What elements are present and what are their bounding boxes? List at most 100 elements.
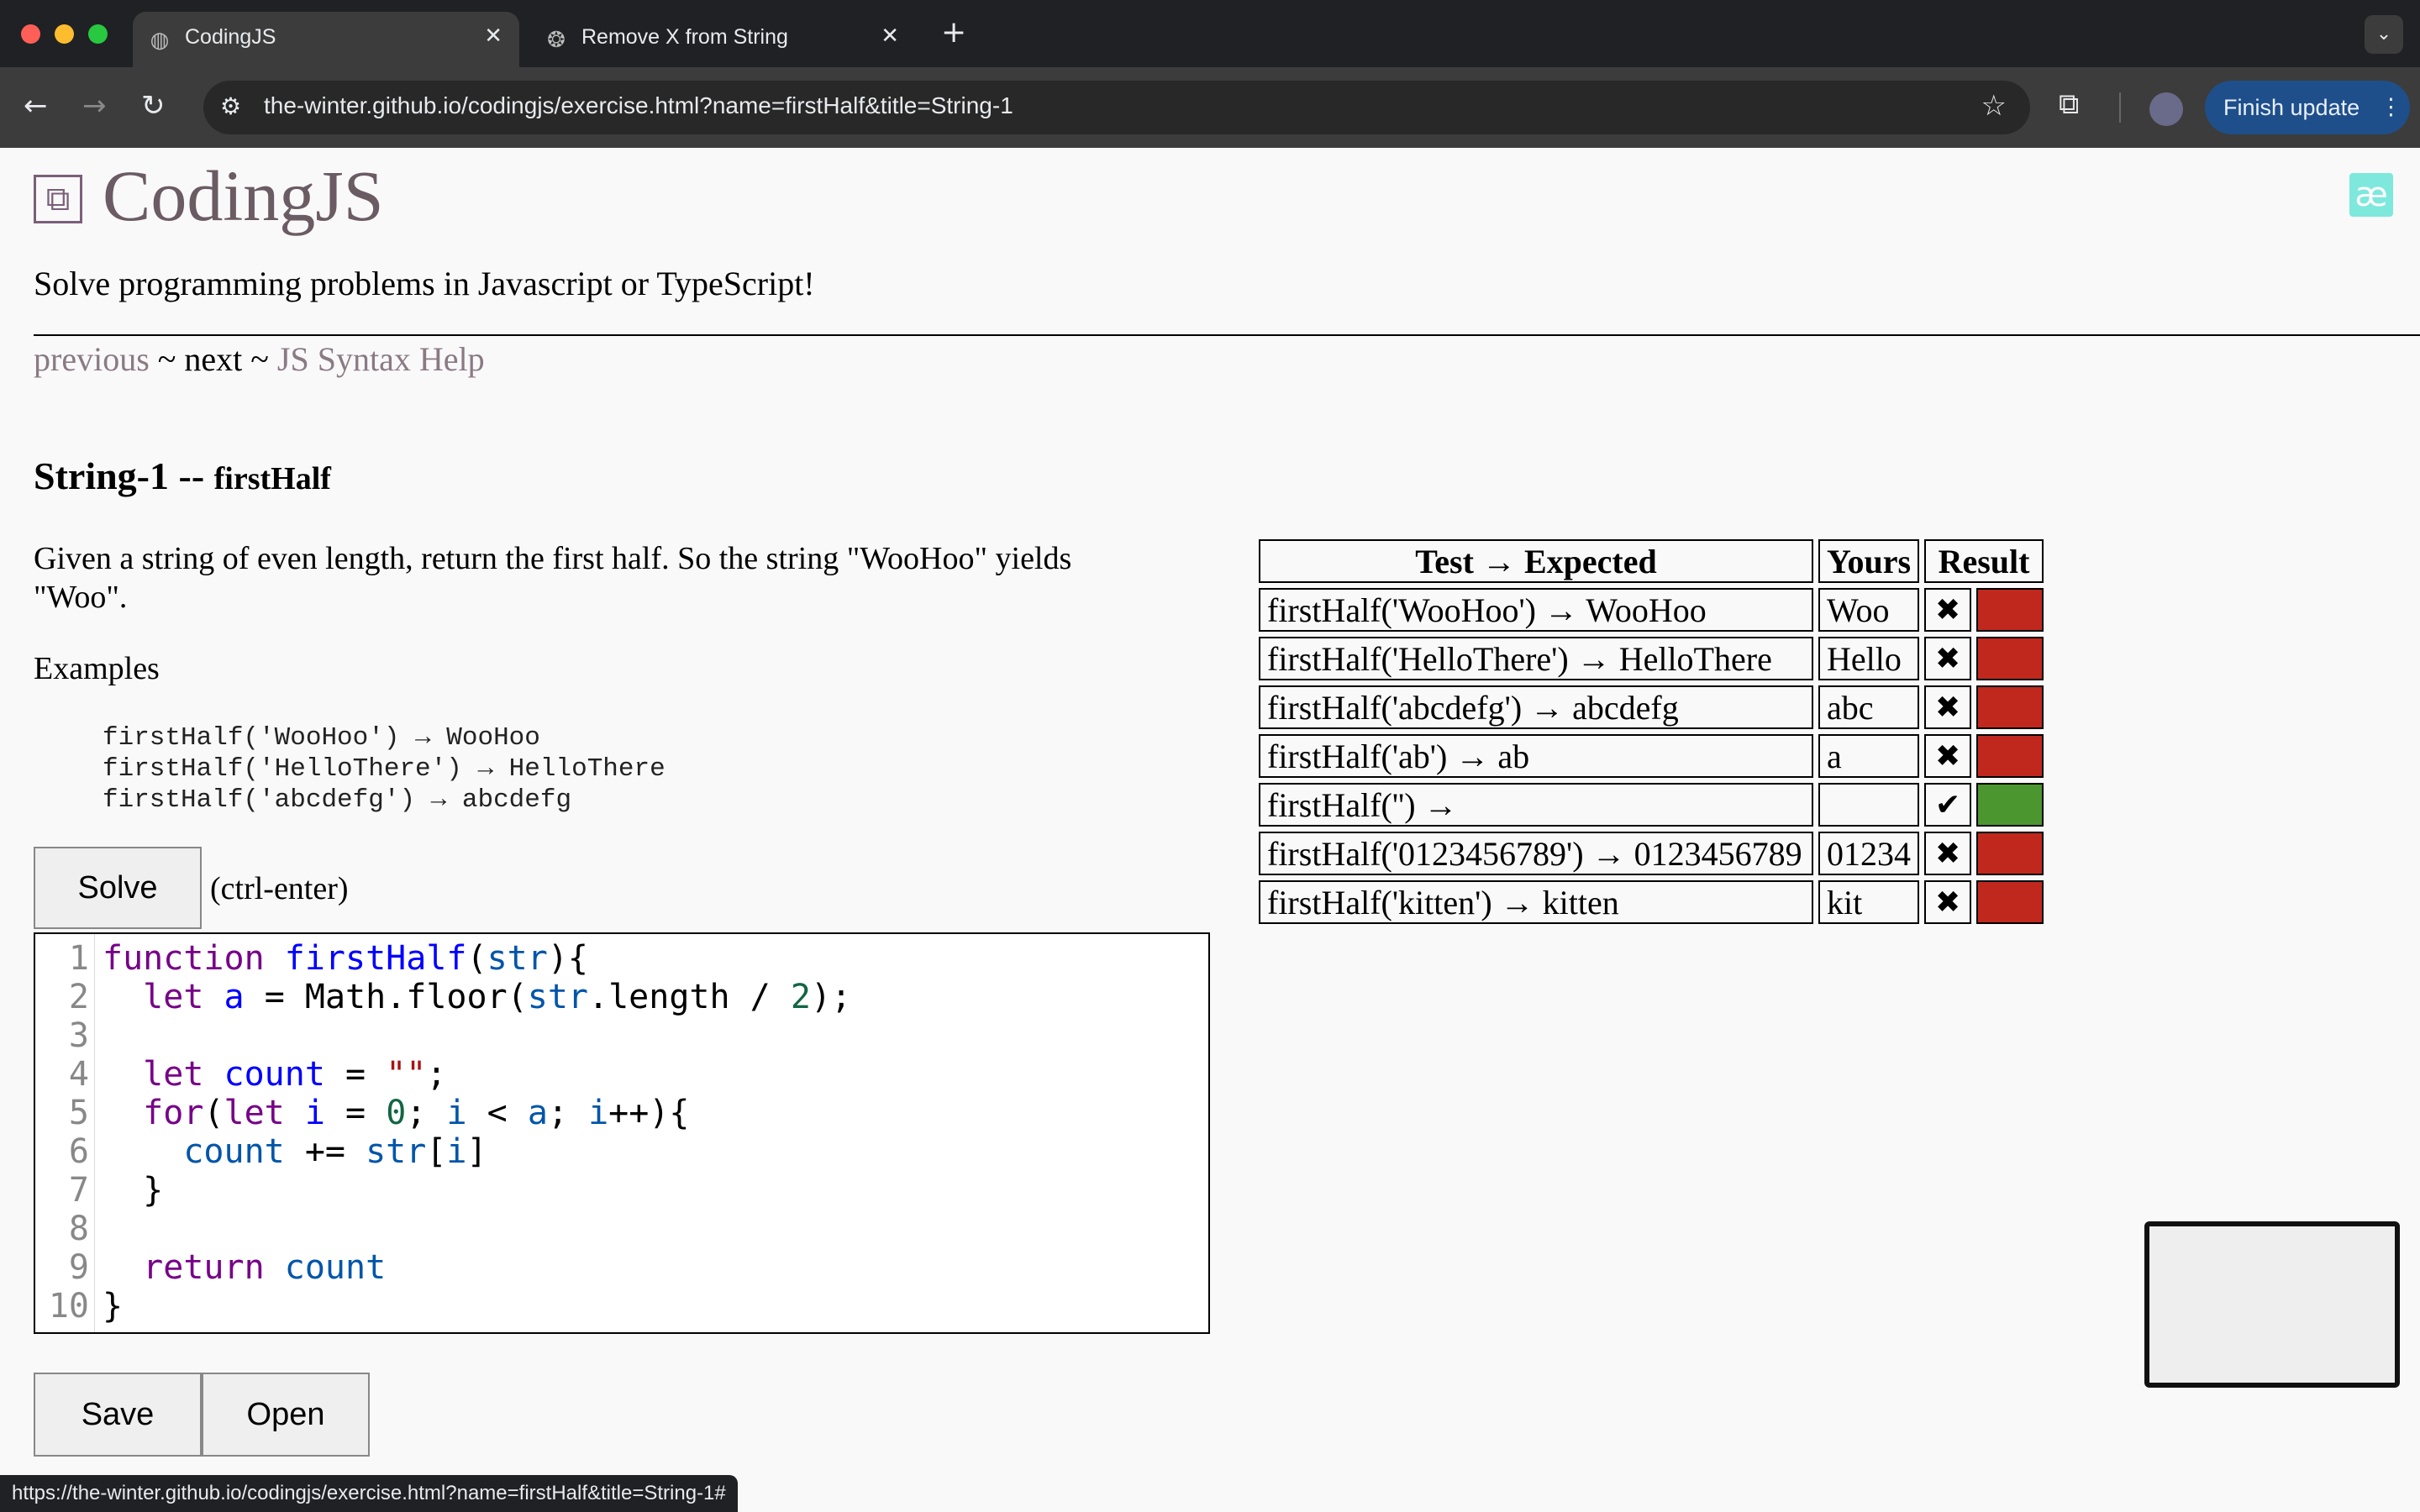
new-tab-icon[interactable]: + — [941, 15, 966, 50]
check-icon: ✔ — [1924, 783, 1972, 827]
cross-icon: ✖ — [1924, 588, 1972, 632]
code-token: i — [588, 1094, 609, 1132]
header-yours: Yours — [1818, 539, 1920, 583]
exercise-name: firstHalf — [213, 461, 331, 496]
example-line: firstHalf('HelloThere') → HelloThere — [103, 754, 666, 784]
previous-link[interactable]: previous — [34, 340, 150, 378]
yours-cell — [1818, 783, 1920, 827]
solve-shortcut-hint: (ctrl-enter) — [210, 871, 349, 906]
close-window-button[interactable] — [21, 24, 40, 44]
code-token: let — [224, 1094, 285, 1132]
more-menu-icon[interactable]: ⋮ — [2380, 81, 2402, 134]
code-token: function — [103, 939, 265, 978]
openai-icon: ❂ — [547, 28, 566, 53]
extensions-icon[interactable]: ⧉ — [2059, 87, 2079, 121]
back-arrow-icon[interactable]: ← — [24, 89, 48, 123]
example-line: firstHalf('WooHoo') → WooHoo — [103, 723, 540, 753]
close-tab-icon[interactable]: ✕ — [881, 24, 899, 49]
code-token: a — [224, 978, 245, 1016]
code-token: count — [284, 1248, 387, 1287]
divider — [34, 334, 2420, 336]
code-token: Math.floor( — [304, 978, 528, 1016]
open-button[interactable]: Open — [202, 1373, 370, 1457]
test-cell: firstHalf('WooHoo') → WooHoo — [1259, 588, 1813, 632]
examples-label: Examples — [34, 651, 160, 686]
fail-indicator — [1976, 880, 2044, 924]
code-token: let — [143, 978, 204, 1016]
example-line: firstHalf('abcdefg') → abcdefg — [103, 785, 572, 815]
results-table: Test → Expected Yours Result firstHalf('… — [1254, 534, 2049, 929]
code-token: i — [446, 1132, 467, 1171]
code-token: str — [487, 939, 548, 978]
code-token: .length / — [588, 978, 791, 1016]
code-token: 2 — [790, 978, 811, 1016]
toolbar-divider — [2119, 92, 2121, 123]
tab-codingjs[interactable]: ◍ CodingJS ✕ — [133, 12, 519, 67]
reload-icon[interactable]: ↻ — [141, 89, 166, 123]
cross-icon: ✖ — [1924, 685, 1972, 729]
yours-cell: 01234 — [1818, 832, 1920, 875]
solve-button[interactable]: Solve — [34, 847, 202, 929]
header-result: Result — [1924, 539, 2044, 583]
status-bar-url: https://the-winter.github.io/codingjs/ex… — [0, 1475, 738, 1512]
finish-update-button[interactable]: Finish update ⋮ — [2205, 81, 2410, 134]
exercise-nav: previous ~ next ~ JS Syntax Help — [34, 339, 485, 379]
screenshot-thumbnail[interactable] — [2144, 1221, 2400, 1388]
tab-title: CodingJS — [185, 25, 276, 49]
fail-indicator — [1976, 685, 2044, 729]
chevron-down-icon[interactable]: ⌄ — [2365, 15, 2403, 54]
fail-indicator — [1976, 637, 2044, 680]
finish-update-label: Finish update — [2223, 95, 2360, 120]
tab-remove-x[interactable]: ❂ Remove X from String ✕ — [529, 12, 916, 67]
nav-separator: ~ — [149, 340, 185, 378]
line-numbers: 1 2 3 4 5 6 7 8 9 10 — [48, 939, 89, 1326]
test-cell: firstHalf('0123456789') → 0123456789 — [1259, 832, 1813, 875]
profile-avatar[interactable] — [2149, 92, 2183, 126]
url-text[interactable]: the-winter.github.io/codingjs/exercise.h… — [264, 92, 1013, 119]
results-row: firstHalf('WooHoo') → WooHoo Woo ✖ — [1259, 588, 2044, 632]
codingjs-logo-icon: ⧉ — [34, 175, 82, 223]
test-cell: firstHalf('kitten') → kitten — [1259, 880, 1813, 924]
test-cell: firstHalf('HelloThere') → HelloThere — [1259, 637, 1813, 680]
ae-extension-icon[interactable]: æ — [2349, 173, 2393, 217]
gutter-divider — [94, 934, 95, 1332]
test-cell: firstHalf('abcdefg') → abcdefg — [1259, 685, 1813, 729]
code-token: str — [366, 1132, 427, 1171]
examples-list: firstHalf('WooHoo') → WooHoo firstHalf('… — [103, 722, 666, 816]
code-token: count — [183, 1132, 285, 1171]
minimize-window-button[interactable] — [55, 24, 74, 44]
test-cell: firstHalf('ab') → ab — [1259, 734, 1813, 778]
browser-toolbar: ← → ↻ ⚙ the-winter.github.io/codingjs/ex… — [0, 67, 2420, 148]
code-token: for — [143, 1094, 204, 1132]
maximize-window-button[interactable] — [88, 24, 108, 44]
forward-arrow-icon[interactable]: → — [82, 89, 107, 123]
cross-icon: ✖ — [1924, 637, 1972, 680]
cross-icon: ✖ — [1924, 880, 1972, 924]
code-content[interactable]: function firstHalf(str){ let a = Math.fl… — [103, 939, 851, 1326]
fail-indicator — [1976, 832, 2044, 875]
syntax-help-link[interactable]: JS Syntax Help — [277, 340, 485, 378]
close-tab-icon[interactable]: ✕ — [484, 24, 502, 49]
bookmark-star-icon[interactable]: ☆ — [1981, 89, 2007, 123]
site-info-icon[interactable]: ⚙ — [220, 92, 241, 120]
results-row: firstHalf('') → ✔ — [1259, 783, 2044, 827]
exercise-heading: String-1 -- firstHalf — [34, 454, 331, 498]
thumbnail-preview — [2149, 1226, 2395, 1383]
exercise-description: Given a string of even length, return th… — [34, 541, 1072, 615]
yours-cell: kit — [1818, 880, 1920, 924]
test-cell: firstHalf('') → — [1259, 783, 1813, 827]
results-row: firstHalf('0123456789') → 0123456789 0123… — [1259, 832, 2044, 875]
yours-cell: Woo — [1818, 588, 1920, 632]
next-link[interactable]: next — [184, 340, 242, 378]
code-token: a — [527, 1094, 548, 1132]
cross-icon: ✖ — [1924, 734, 1972, 778]
code-token: i — [304, 1094, 325, 1132]
code-token: 0 — [386, 1094, 407, 1132]
nav-separator: ~ — [242, 340, 277, 378]
address-bar[interactable]: ⚙ the-winter.github.io/codingjs/exercise… — [203, 81, 2030, 134]
save-button[interactable]: Save — [34, 1373, 202, 1457]
code-token: i — [446, 1094, 467, 1132]
tab-bar: ◍ CodingJS ✕ ❂ Remove X from String ✕ + … — [0, 0, 2420, 67]
pass-indicator — [1976, 783, 2044, 827]
code-editor[interactable]: 1 2 3 4 5 6 7 8 9 10 function firstHalf(… — [34, 932, 1210, 1334]
